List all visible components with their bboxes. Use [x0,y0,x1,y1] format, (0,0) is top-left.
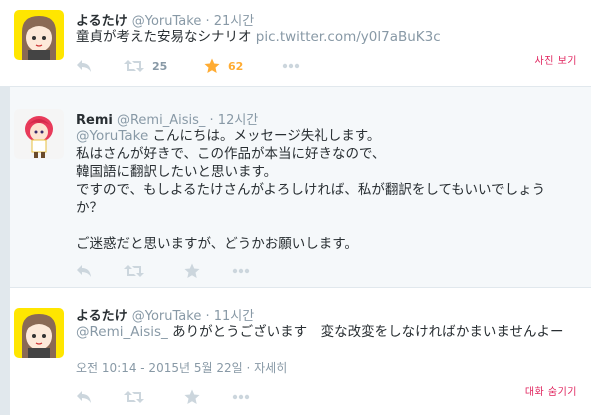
text-line-7: ご迷惑だと思いますが、どうかお願いします。 [76,236,358,252]
favorite-count: 62 [228,59,244,73]
author-handle[interactable]: @YoruTake [132,14,202,29]
tweet-actions: 25 62 [76,56,376,76]
favorite-button[interactable] [184,387,200,407]
retweet-icon [124,265,144,277]
reply-button[interactable] [76,261,92,281]
tweet-text-body: ありがとうございます 変な改変をしなければかまいませんよー [172,324,564,340]
retweet-button[interactable] [124,387,144,407]
author-handle[interactable]: @Remi_Aisis_ [117,113,205,128]
tweet-3[interactable]: よるたけ @YoruTake · 11시간 @Remi_Aisis_ ありがとう… [0,288,591,415]
reply-icon [77,265,91,277]
tweet-time[interactable]: 21시간 [214,14,254,29]
details-link[interactable]: 자세히 [254,361,287,375]
avatar-yorutake[interactable] [14,10,64,60]
author-name[interactable]: よるたけ [76,14,128,29]
tweet-2[interactable]: Remi @Remi_Aisis_ · 12시간 @YoruTake こんにちは… [0,86,591,288]
favorite-button[interactable]: 62 [204,56,243,76]
retweet-count: 25 [152,59,168,73]
tweet-actions [76,261,376,281]
tweet-text: 童貞が考えた安易なシナリオ pic.twitter.com/y0l7aBuK3c [76,29,581,46]
more-button[interactable] [282,56,300,76]
tweet-header: よるたけ @YoruTake · 21시간 [76,10,254,29]
tweet-text-body: 童貞が考えた安易なシナリオ [76,29,252,45]
reply-button[interactable] [76,56,92,76]
tweet-header: Remi @Remi_Aisis_ · 12시간 [76,109,258,128]
star-icon [204,58,220,73]
retweet-button[interactable]: 25 [124,56,167,76]
more-dots-icon [232,268,250,274]
text-line-2: 私はさんが好きで、この作品が本当に好きなので、 [76,146,386,162]
more-dots-icon [282,63,300,69]
time-separator: · [205,14,210,29]
avatar-remi[interactable] [14,109,64,159]
author-name[interactable]: よるたけ [76,309,128,324]
tweet-date[interactable]: 오전 10:14 - 2015년 5월 22일 [76,361,243,375]
reply-button[interactable] [76,387,92,407]
star-icon [184,389,200,404]
conversation-gutter [0,87,10,287]
time-separator: · [209,113,214,128]
tweet-text: @YoruTake こんにちは。メッセージ失礼します。 私はさんが好きで、この作… [76,127,581,253]
text-line-blank [76,217,581,235]
star-icon [184,263,200,278]
text-line-4: ですので、もしよるたけさんがよろしければ、私が翻訳をしてもいいでしょう [76,182,546,198]
meta-separator: · [246,361,251,375]
mention-link[interactable]: @YoruTake [76,128,148,144]
more-button[interactable] [232,261,250,281]
tweet-meta: 오전 10:14 - 2015년 5월 22일 · 자세히 [76,359,287,376]
tweet-time[interactable]: 11시간 [214,309,254,324]
conversation-gutter [0,288,10,415]
view-photo-link[interactable]: 사진 보기 [535,52,577,67]
retweet-icon [124,391,144,403]
avatar-yorutake[interactable] [14,308,64,358]
hide-conversation-link[interactable]: 대화 숨기기 [525,383,577,398]
text-line-1-body: こんにちは。メッセージ失礼します。 [152,128,381,144]
reply-icon [77,60,91,72]
author-handle[interactable]: @YoruTake [132,309,202,324]
text-line-5: か？ [76,200,103,216]
media-link[interactable]: pic.twitter.com/y0l7aBuK3c [256,29,441,45]
more-button[interactable] [232,387,250,407]
text-line-3: 韓国語に翻訳したいと思います。 [76,164,278,180]
tweet-1[interactable]: よるたけ @YoruTake · 21시간 童貞が考えた安易なシナリオ pic.… [0,0,591,86]
mention-link[interactable]: @Remi_Aisis_ [76,324,168,340]
retweet-button[interactable] [124,261,144,281]
tweet-actions [76,387,376,407]
tweet-header: よるたけ @YoruTake · 11시간 [76,305,254,324]
tweet-time[interactable]: 12시간 [218,113,258,128]
more-dots-icon [232,394,250,400]
favorite-button[interactable] [184,261,200,281]
tweet-text: @Remi_Aisis_ ありがとうございます 変な改変をしなければかまいません… [76,324,581,341]
text-line-1: @YoruTake こんにちは。メッセージ失礼します。 [76,127,581,145]
time-separator: · [205,309,210,324]
author-name[interactable]: Remi [76,113,113,128]
reply-icon [77,391,91,403]
retweet-icon [124,60,144,72]
